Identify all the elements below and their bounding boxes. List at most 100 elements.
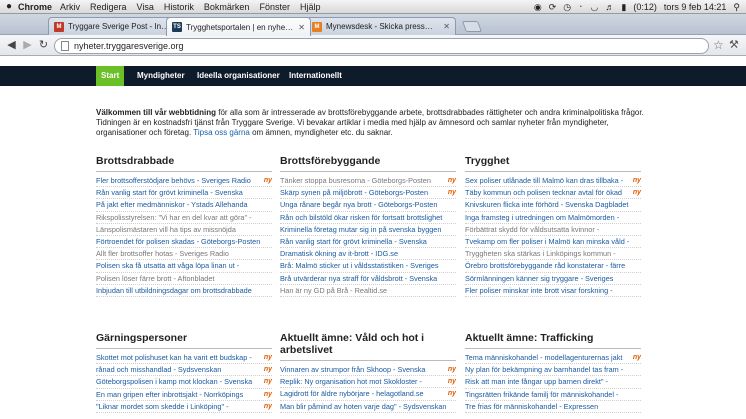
news-item[interactable]: Tryggheten ska stärkas i Linköpings komm…: [465, 248, 641, 261]
news-item[interactable]: Knivskuren flicka inte förhörd - Svenska…: [465, 199, 641, 212]
news-item[interactable]: Polisen ska få utsatta att våga löpa lin…: [96, 260, 272, 273]
apple-menu-icon[interactable]: ●: [0, 1, 18, 12]
news-item-link[interactable]: Tre frias för människohandel - Expressen: [465, 402, 598, 411]
news-item[interactable]: Sörmlänningen känner sig tryggare - Sver…: [465, 273, 641, 285]
news-item[interactable]: Fler brottsofferstödjare behövs - Sverig…: [96, 175, 272, 188]
news-item[interactable]: Örebro brottsförebyggande råd konstatera…: [465, 260, 641, 273]
news-item[interactable]: Kriminella företag mutar sig in på svens…: [280, 224, 456, 236]
news-item-link[interactable]: Länspolismästaren vill ha tips av missnö…: [96, 225, 236, 234]
news-item[interactable]: Täby kommun och polisen tecknar avtal fö…: [465, 187, 641, 200]
news-item-link[interactable]: Fler poliser minskar inte brott visar fo…: [465, 286, 613, 295]
wrench-icon[interactable]: ⚒: [729, 38, 739, 51]
news-item-link[interactable]: Polisen löser färre brott - Aftonbladet: [96, 274, 214, 283]
news-item-link[interactable]: Inga framsteg i utredningen om Malmömord…: [465, 213, 619, 222]
news-item[interactable]: "Liknar mordet som skedde i Linköping" -…: [96, 401, 272, 413]
news-item-link[interactable]: Sörmlänningen känner sig tryggare - Sver…: [465, 274, 613, 283]
news-item[interactable]: Vinnaren av strumpor från Skhoop - Svens…: [280, 364, 456, 377]
news-item-link[interactable]: Tema människohandel - modellagenturernas…: [465, 353, 622, 362]
forward-arrow-icon[interactable]: ▶: [20, 38, 35, 53]
address-bar[interactable]: nyheter.tryggaresverige.org: [54, 38, 709, 54]
close-tab-icon[interactable]: ✕: [298, 23, 305, 32]
news-item-link[interactable]: Brå: Malmö sticker ut i våldsstatistiken…: [280, 261, 439, 270]
nav-ideella-organisationer[interactable]: Ideella organisationer: [192, 66, 285, 86]
skype-icon[interactable]: ◉: [534, 2, 542, 13]
news-item[interactable]: En man gripen efter inbrottsjakt - Norrk…: [96, 389, 272, 401]
tab-mynewsdesk[interactable]: M Mynewsdesk - Skicka pressm… ✕: [306, 17, 456, 35]
news-item-link[interactable]: Örebro brottsförebyggande råd konstatera…: [465, 261, 625, 270]
new-tab-button[interactable]: [461, 21, 483, 32]
news-item[interactable]: Länspolismästaren vill ha tips av missnö…: [96, 224, 272, 236]
menu-bokmarken[interactable]: Bokmärken: [204, 2, 250, 12]
menu-historik[interactable]: Historik: [164, 2, 194, 12]
news-item[interactable]: Rån och bilstöld ökar risken för fortsat…: [280, 212, 456, 224]
news-item[interactable]: Rån vanlig start för grövt kriminella - …: [280, 236, 456, 249]
news-item[interactable]: Tvekamp om fler poliser i Malmö kan mins…: [465, 236, 641, 249]
news-item[interactable]: Skottet mot polishuset kan ha varit ett …: [96, 352, 272, 365]
news-item[interactable]: Rikspolisstyrelsen: "Vi har en del kvar …: [96, 212, 272, 224]
news-item[interactable]: Göteborgspolisen i kamp mot klockan - Sv…: [96, 376, 272, 389]
news-item-link[interactable]: Rikspolisstyrelsen: "Vi har en del kvar …: [96, 213, 252, 222]
menu-hjalp[interactable]: Hjälp: [300, 2, 321, 12]
news-item[interactable]: Fler poliser minskar inte brott visar fo…: [465, 285, 641, 297]
news-item-link[interactable]: Förtroendet för polisen skadas - Götebor…: [96, 237, 260, 246]
news-item[interactable]: Skärp synen på miljöbrott - Göteborgs-Po…: [280, 187, 456, 200]
reload-icon[interactable]: ↻: [36, 38, 51, 53]
news-item-link[interactable]: Skärp synen på miljöbrott - Göteborgs-Po…: [280, 188, 428, 197]
news-item-link[interactable]: Polisen ska få utsatta att våga löpa lin…: [96, 261, 239, 270]
close-tab-icon[interactable]: ✕: [443, 22, 450, 31]
news-item-link[interactable]: Tänker stoppa busresorna - Göteborgs-Pos…: [280, 176, 431, 185]
news-item[interactable]: Lagidrott för äldre nybörjare - helagotl…: [280, 388, 456, 401]
timemachine-icon[interactable]: ◷: [563, 2, 571, 13]
news-item[interactable]: Sex poliser utlånade till Malmö kan dras…: [465, 175, 641, 188]
sync-icon[interactable]: ⟳: [549, 2, 557, 13]
tab-trygghetsportalen[interactable]: TS Trygghetsportalen | en nyhe… ✕: [166, 17, 311, 36]
wifi-icon[interactable]: ◡: [591, 2, 599, 13]
bluetooth-icon[interactable]: ᛫: [578, 2, 583, 12]
clock[interactable]: tors 9 feb 14:21: [664, 2, 727, 12]
news-item-link[interactable]: Rån vanlig start för grövt kriminella - …: [96, 188, 243, 197]
news-item-link[interactable]: Rån och bilstöld ökar risken för fortsat…: [280, 213, 442, 222]
news-item-link[interactable]: Allt fler brottsoffer hotas - Sveriges R…: [96, 249, 229, 258]
news-item-link[interactable]: rånad och misshandlad - Sydsvenskan: [96, 365, 221, 374]
news-item[interactable]: Brå: Malmö sticker ut i våldsstatistiken…: [280, 260, 456, 273]
news-item-link[interactable]: Replik: Ny organisation hot mot Skoklost…: [280, 377, 422, 386]
news-item[interactable]: Polisen löser färre brott - Aftonbladet: [96, 273, 272, 285]
news-item-link[interactable]: Risk att man inte fångar upp barnen dire…: [465, 377, 608, 386]
news-item-link[interactable]: Ny plan för bekämpning av barnhandel tas…: [465, 365, 623, 374]
menu-redigera[interactable]: Redigera: [90, 2, 127, 12]
news-item[interactable]: Unga rånare begår nya brott - Göteborgs-…: [280, 199, 456, 212]
news-item[interactable]: Tingsrätten frikände familj för människo…: [465, 389, 641, 401]
news-item-link[interactable]: Fler brottsofferstödjare behövs - Sverig…: [96, 176, 251, 185]
news-item-link[interactable]: Dramatisk ökning av it-brott - IDG.se: [280, 249, 398, 258]
news-item-link[interactable]: Knivskuren flicka inte förhörd - Svenska…: [465, 200, 628, 209]
news-item-link[interactable]: Tingsrätten frikände familj för människo…: [465, 390, 618, 399]
news-item-link[interactable]: Man blir påmind av hoten varje dag" - Sy…: [280, 402, 446, 411]
nav-myndigheter[interactable]: Myndigheter: [132, 66, 190, 86]
news-item-link[interactable]: Sex poliser utlånade till Malmö kan dras…: [465, 176, 623, 185]
news-item[interactable]: På jakt efter medmänniskor - Ystads Alle…: [96, 199, 272, 212]
news-item-link[interactable]: "Liknar mordet som skedde i Linköping" -: [96, 402, 229, 411]
news-item[interactable]: Tänker stoppa busresorna - Göteborgs-Pos…: [280, 175, 456, 188]
news-item[interactable]: Risk att man inte fångar upp barnen dire…: [465, 376, 641, 389]
news-item-link[interactable]: Förbättrat skydd för våldsutsatta kvinno…: [465, 225, 599, 234]
news-item-link[interactable]: Tvekamp om fler poliser i Malmö kan mins…: [465, 237, 629, 246]
news-item[interactable]: Allt fler brottsoffer hotas - Sveriges R…: [96, 248, 272, 261]
news-item[interactable]: Brå utvärderar nya straff för våldsbrott…: [280, 273, 456, 285]
news-item[interactable]: Rån vanlig start för grövt kriminella - …: [96, 187, 272, 200]
news-item-link[interactable]: Tryggheten ska stärkas i Linköpings komm…: [465, 249, 616, 258]
news-item-link[interactable]: Göteborgspolisen i kamp mot klockan - Sv…: [96, 377, 252, 386]
news-item-link[interactable]: Rån vanlig start för grövt kriminella - …: [280, 237, 427, 246]
back-arrow-icon[interactable]: ◀: [4, 38, 19, 53]
news-item[interactable]: Replik: Ny organisation hot mot Skoklost…: [280, 376, 456, 389]
tips-link[interactable]: Tipsa oss gärna: [193, 128, 250, 137]
news-item-link[interactable]: På jakt efter medmänniskor - Ystads Alle…: [96, 200, 248, 209]
news-item-link[interactable]: Inbjudan till utbildningsdagar om brotts…: [96, 286, 252, 295]
news-item[interactable]: Tre frias för människohandel - Expressen: [465, 401, 641, 413]
menu-fonster[interactable]: Fönster: [259, 2, 290, 12]
nav-start[interactable]: Start: [96, 66, 125, 86]
news-item-link[interactable]: Vinnaren av strumpor från Skhoop - Svens…: [280, 365, 425, 374]
news-item-link[interactable]: Skottet mot polishuset kan ha varit ett …: [96, 353, 252, 362]
news-item[interactable]: Förtroendet för polisen skadas - Götebor…: [96, 236, 272, 249]
news-item[interactable]: rånad och misshandlad - Sydsvenskan ny: [96, 364, 272, 377]
news-item[interactable]: Inga framsteg i utredningen om Malmömord…: [465, 212, 641, 224]
